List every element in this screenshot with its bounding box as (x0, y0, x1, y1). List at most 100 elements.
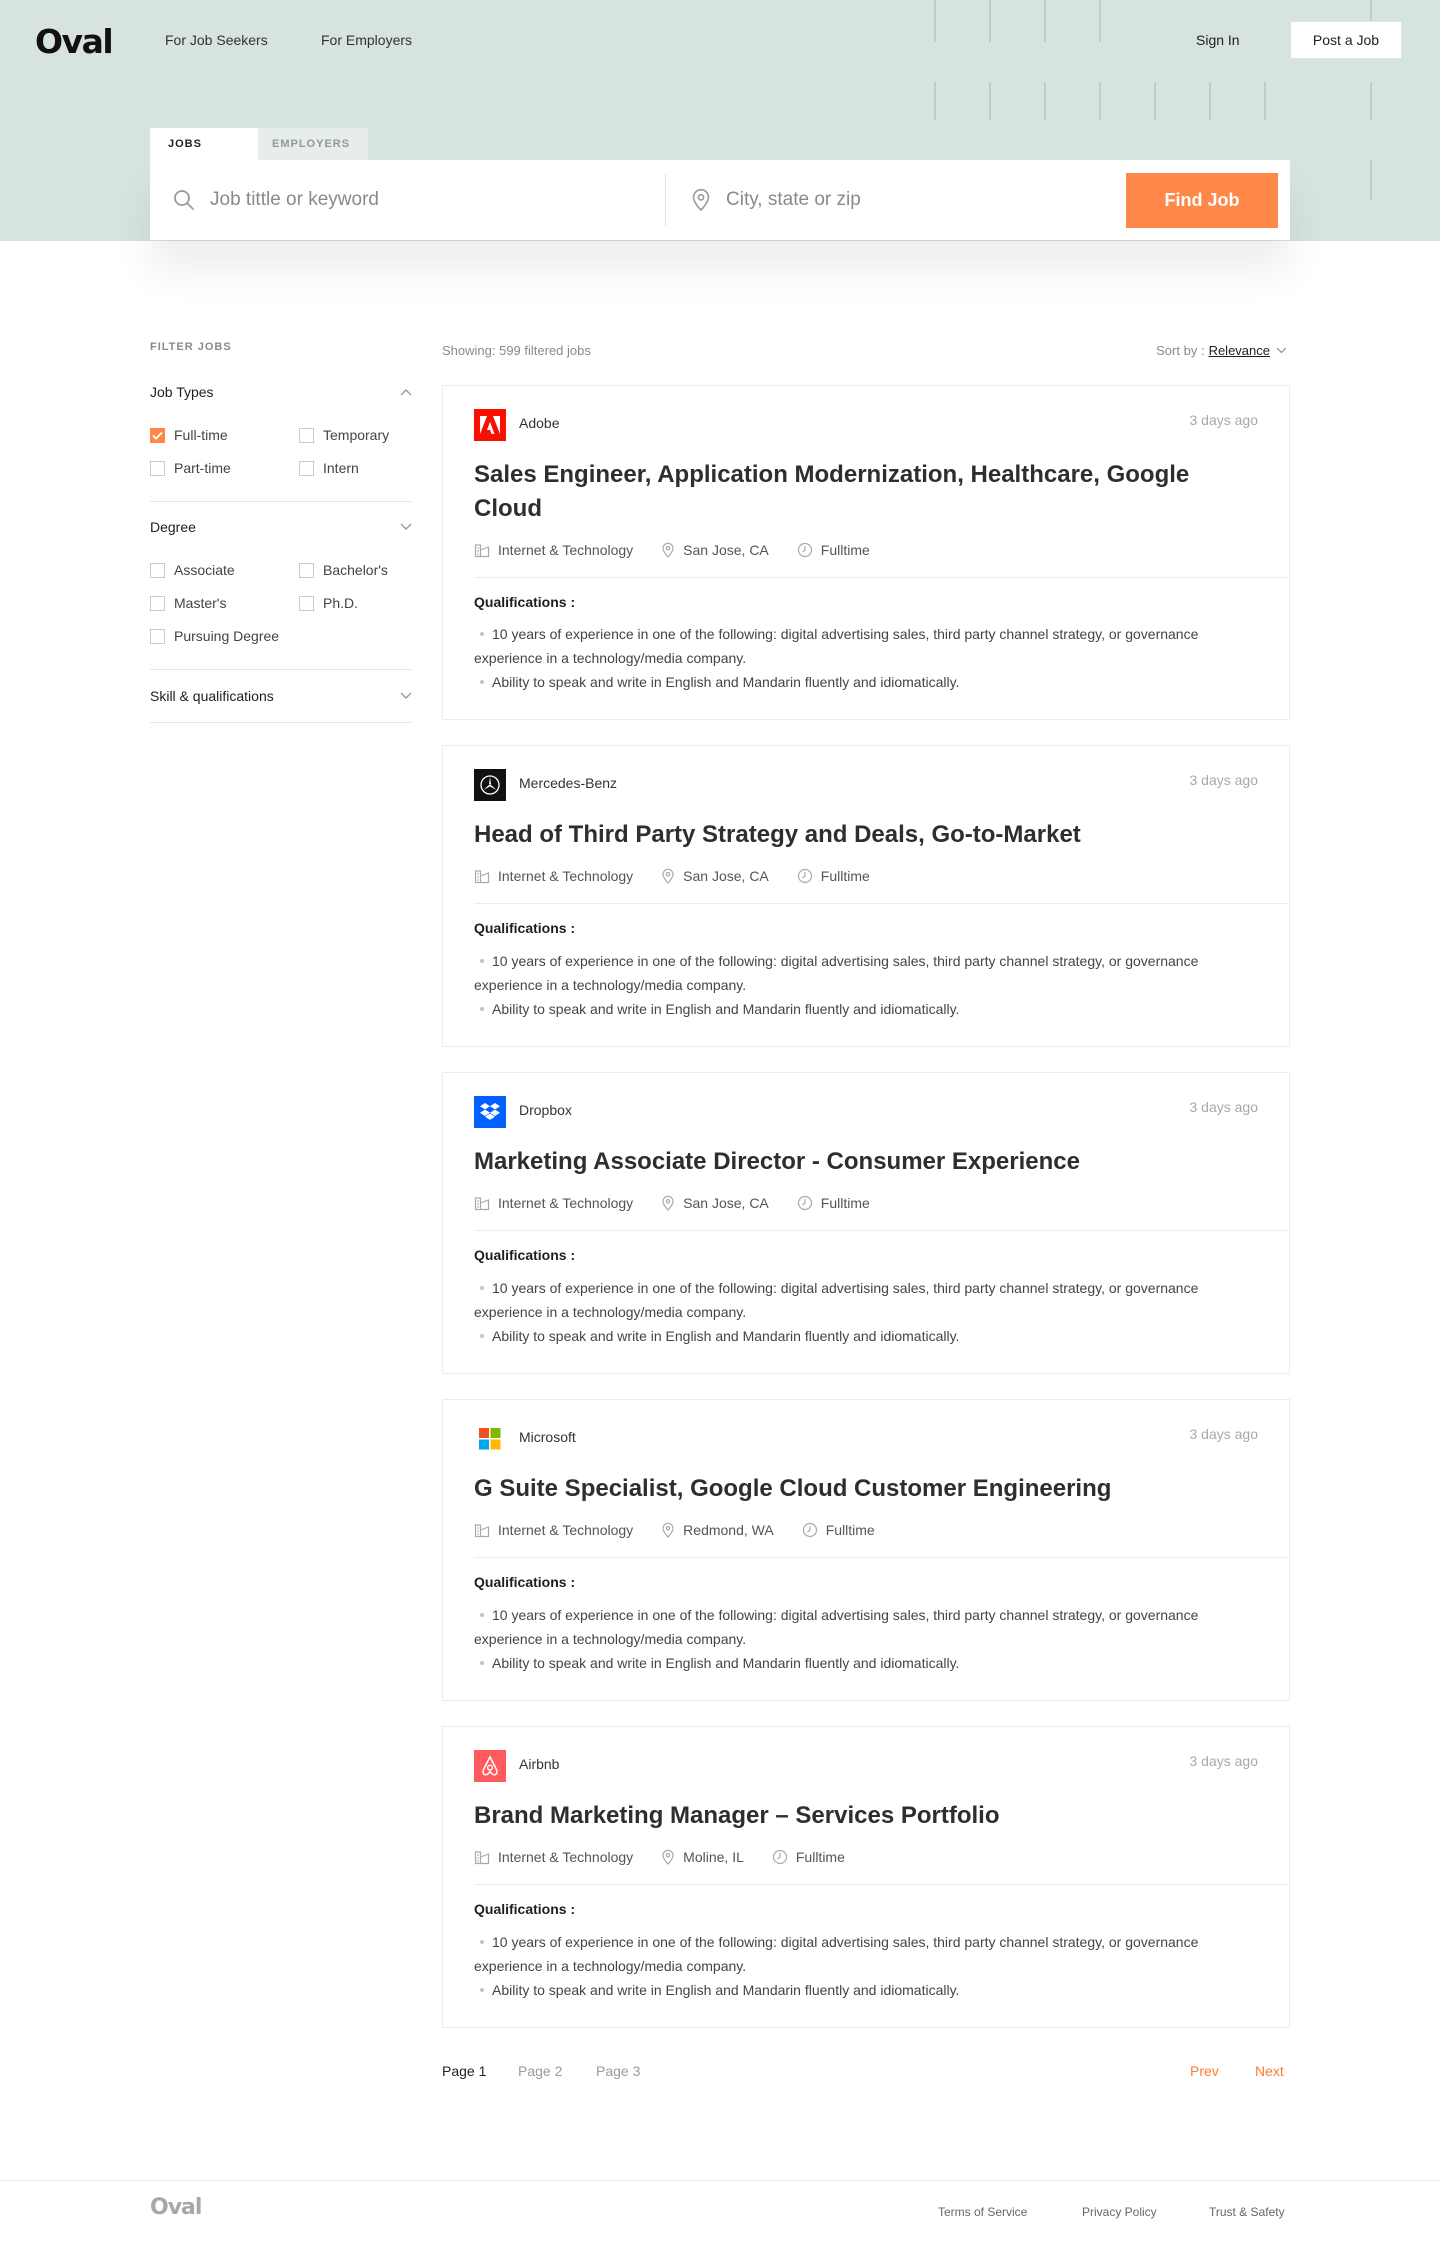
location-pin-icon (662, 1195, 674, 1211)
footer-terms-link[interactable]: Terms of Service (938, 2205, 1027, 2219)
decor-line (989, 0, 991, 42)
tab-employers[interactable]: EMPLOYERS (258, 128, 368, 160)
clock-icon (797, 868, 812, 884)
mercedes-logo-icon (474, 769, 506, 801)
footer-trust-link[interactable]: Trust & Safety (1209, 2205, 1285, 2219)
qualification-text: 10 years of experience in one of the fol… (474, 953, 1199, 993)
job-meta: Internet & Technology San Jose, CA Fullt… (474, 868, 898, 884)
divider (474, 1884, 1289, 1885)
job-title[interactable]: Marketing Associate Director - Consumer … (474, 1145, 1254, 1179)
sign-in-link[interactable]: Sign In (1196, 32, 1240, 48)
footer-logo[interactable]: Oval (150, 2195, 202, 2220)
sort-control[interactable]: Sort by : Relevance (1156, 343, 1287, 358)
checkbox[interactable] (150, 595, 165, 611)
qualifications-list: 10 years of experience in one of the fol… (474, 1603, 1264, 1675)
qualification-text: 10 years of experience in one of the fol… (474, 626, 1199, 666)
option-label: Pursuing Degree (174, 628, 280, 644)
building-icon (474, 544, 490, 558)
decor-line (1099, 0, 1101, 42)
company-name[interactable]: Mercedes-Benz (519, 775, 617, 791)
microsoft-logo-icon (474, 1423, 506, 1455)
checkbox[interactable] (299, 427, 314, 443)
industry-label: Internet & Technology (498, 868, 634, 884)
bullet-icon (480, 680, 484, 684)
checkbox[interactable] (299, 460, 314, 476)
qualifications-title: Qualifications : (474, 1574, 576, 1590)
job-title[interactable]: Brand Marketing Manager – Services Portf… (474, 1799, 1254, 1833)
company-name[interactable]: Microsoft (519, 1429, 576, 1445)
job-card[interactable]: Adobe 3 days ago Sales Engineer, Applica… (442, 385, 1290, 720)
tab-jobs[interactable]: JOBS (150, 128, 258, 160)
qualification-item: Ability to speak and write in English an… (474, 1651, 1264, 1675)
nav-employers[interactable]: For Employers (321, 32, 412, 48)
find-job-button[interactable]: Find Job (1126, 173, 1278, 228)
company-name[interactable]: Dropbox (519, 1102, 572, 1118)
job-title[interactable]: G Suite Specialist, Google Cloud Custome… (474, 1472, 1254, 1506)
location-label: San Jose, CA (683, 1195, 769, 1211)
location-input[interactable] (726, 189, 1056, 211)
sort-value[interactable]: Relevance (1209, 343, 1270, 358)
bullet-icon (480, 1286, 484, 1290)
posted-time: 3 days ago (1189, 1099, 1259, 1115)
bullet-icon (480, 1334, 484, 1338)
option-label: Full-time (174, 427, 228, 443)
checkbox-checked[interactable] (150, 427, 165, 443)
qualification-text: 10 years of experience in one of the fol… (474, 1607, 1199, 1647)
next-button[interactable]: Next (1255, 2063, 1284, 2079)
job-card[interactable]: Dropbox 3 days ago Marketing Associate D… (442, 1072, 1290, 1374)
location-tag: Redmond, WA (661, 1522, 774, 1538)
option-label: Part-time (174, 460, 231, 476)
filter-job-types-toggle[interactable]: Job Types (150, 382, 412, 402)
bullet-icon (480, 959, 484, 963)
job-card[interactable]: Microsoft 3 days ago G Suite Specialist,… (442, 1399, 1290, 1701)
job-card[interactable]: Airbnb 3 days ago Brand Marketing Manage… (442, 1726, 1290, 2028)
company-name[interactable]: Adobe (519, 415, 559, 431)
location-tag: San Jose, CA (661, 1195, 769, 1211)
option-intern[interactable]: Intern (299, 460, 359, 476)
chevron-down-icon (400, 523, 412, 530)
option-full-time[interactable]: Full-time (150, 427, 228, 443)
filter-skills-toggle[interactable]: Skill & qualifications (150, 686, 412, 706)
option-masters[interactable]: Master's (150, 595, 226, 611)
footer-privacy-link[interactable]: Privacy Policy (1082, 2205, 1157, 2219)
checkbox[interactable] (299, 562, 314, 578)
page-link-1[interactable]: Page 1 (442, 2063, 486, 2079)
company-name[interactable]: Airbnb (519, 1756, 559, 1772)
divider (150, 669, 412, 670)
nav-job-seekers[interactable]: For Job Seekers (165, 32, 268, 48)
keyword-input[interactable] (210, 189, 770, 211)
decor-line (1370, 82, 1372, 120)
location-tag: San Jose, CA (661, 868, 769, 884)
checkbox[interactable] (150, 460, 165, 476)
option-phd[interactable]: Ph.D. (299, 595, 358, 611)
checkbox[interactable] (150, 628, 165, 644)
checkbox[interactable] (299, 595, 314, 611)
filter-title: FILTER JOBS (150, 341, 232, 353)
job-title[interactable]: Sales Engineer, Application Modernizatio… (474, 458, 1254, 526)
checkbox[interactable] (150, 562, 165, 578)
option-pursuing-degree[interactable]: Pursuing Degree (150, 628, 279, 644)
option-associate[interactable]: Associate (150, 562, 235, 578)
job-card[interactable]: Mercedes-Benz 3 days ago Head of Third P… (442, 745, 1290, 1047)
post-job-button[interactable]: Post a Job (1290, 21, 1402, 59)
page-link-2[interactable]: Page 2 (518, 2063, 562, 2079)
chevron-down-icon (1276, 347, 1287, 354)
option-bachelors[interactable]: Bachelor's (299, 562, 388, 578)
type-label: Fulltime (820, 1195, 870, 1211)
industry-label: Internet & Technology (498, 1195, 634, 1211)
option-part-time[interactable]: Part-time (150, 460, 231, 476)
prev-button[interactable]: Prev (1190, 2063, 1219, 2079)
qualifications-list: 10 years of experience in one of the fol… (474, 1276, 1264, 1348)
building-icon (474, 1851, 490, 1865)
location-pin-icon (662, 1522, 674, 1538)
option-label: Temporary (323, 427, 390, 443)
type-tag: Fulltime (797, 1195, 870, 1211)
filter-degree-toggle[interactable]: Degree (150, 517, 412, 537)
job-title[interactable]: Head of Third Party Strategy and Deals, … (474, 818, 1254, 852)
bullet-icon (480, 632, 484, 636)
page-link-3[interactable]: Page 3 (596, 2063, 640, 2079)
qualification-text: Ability to speak and write in English an… (492, 1982, 960, 1998)
option-temporary[interactable]: Temporary (299, 427, 389, 443)
site-logo[interactable]: Oval (35, 22, 114, 61)
qualifications-title: Qualifications : (474, 920, 576, 936)
